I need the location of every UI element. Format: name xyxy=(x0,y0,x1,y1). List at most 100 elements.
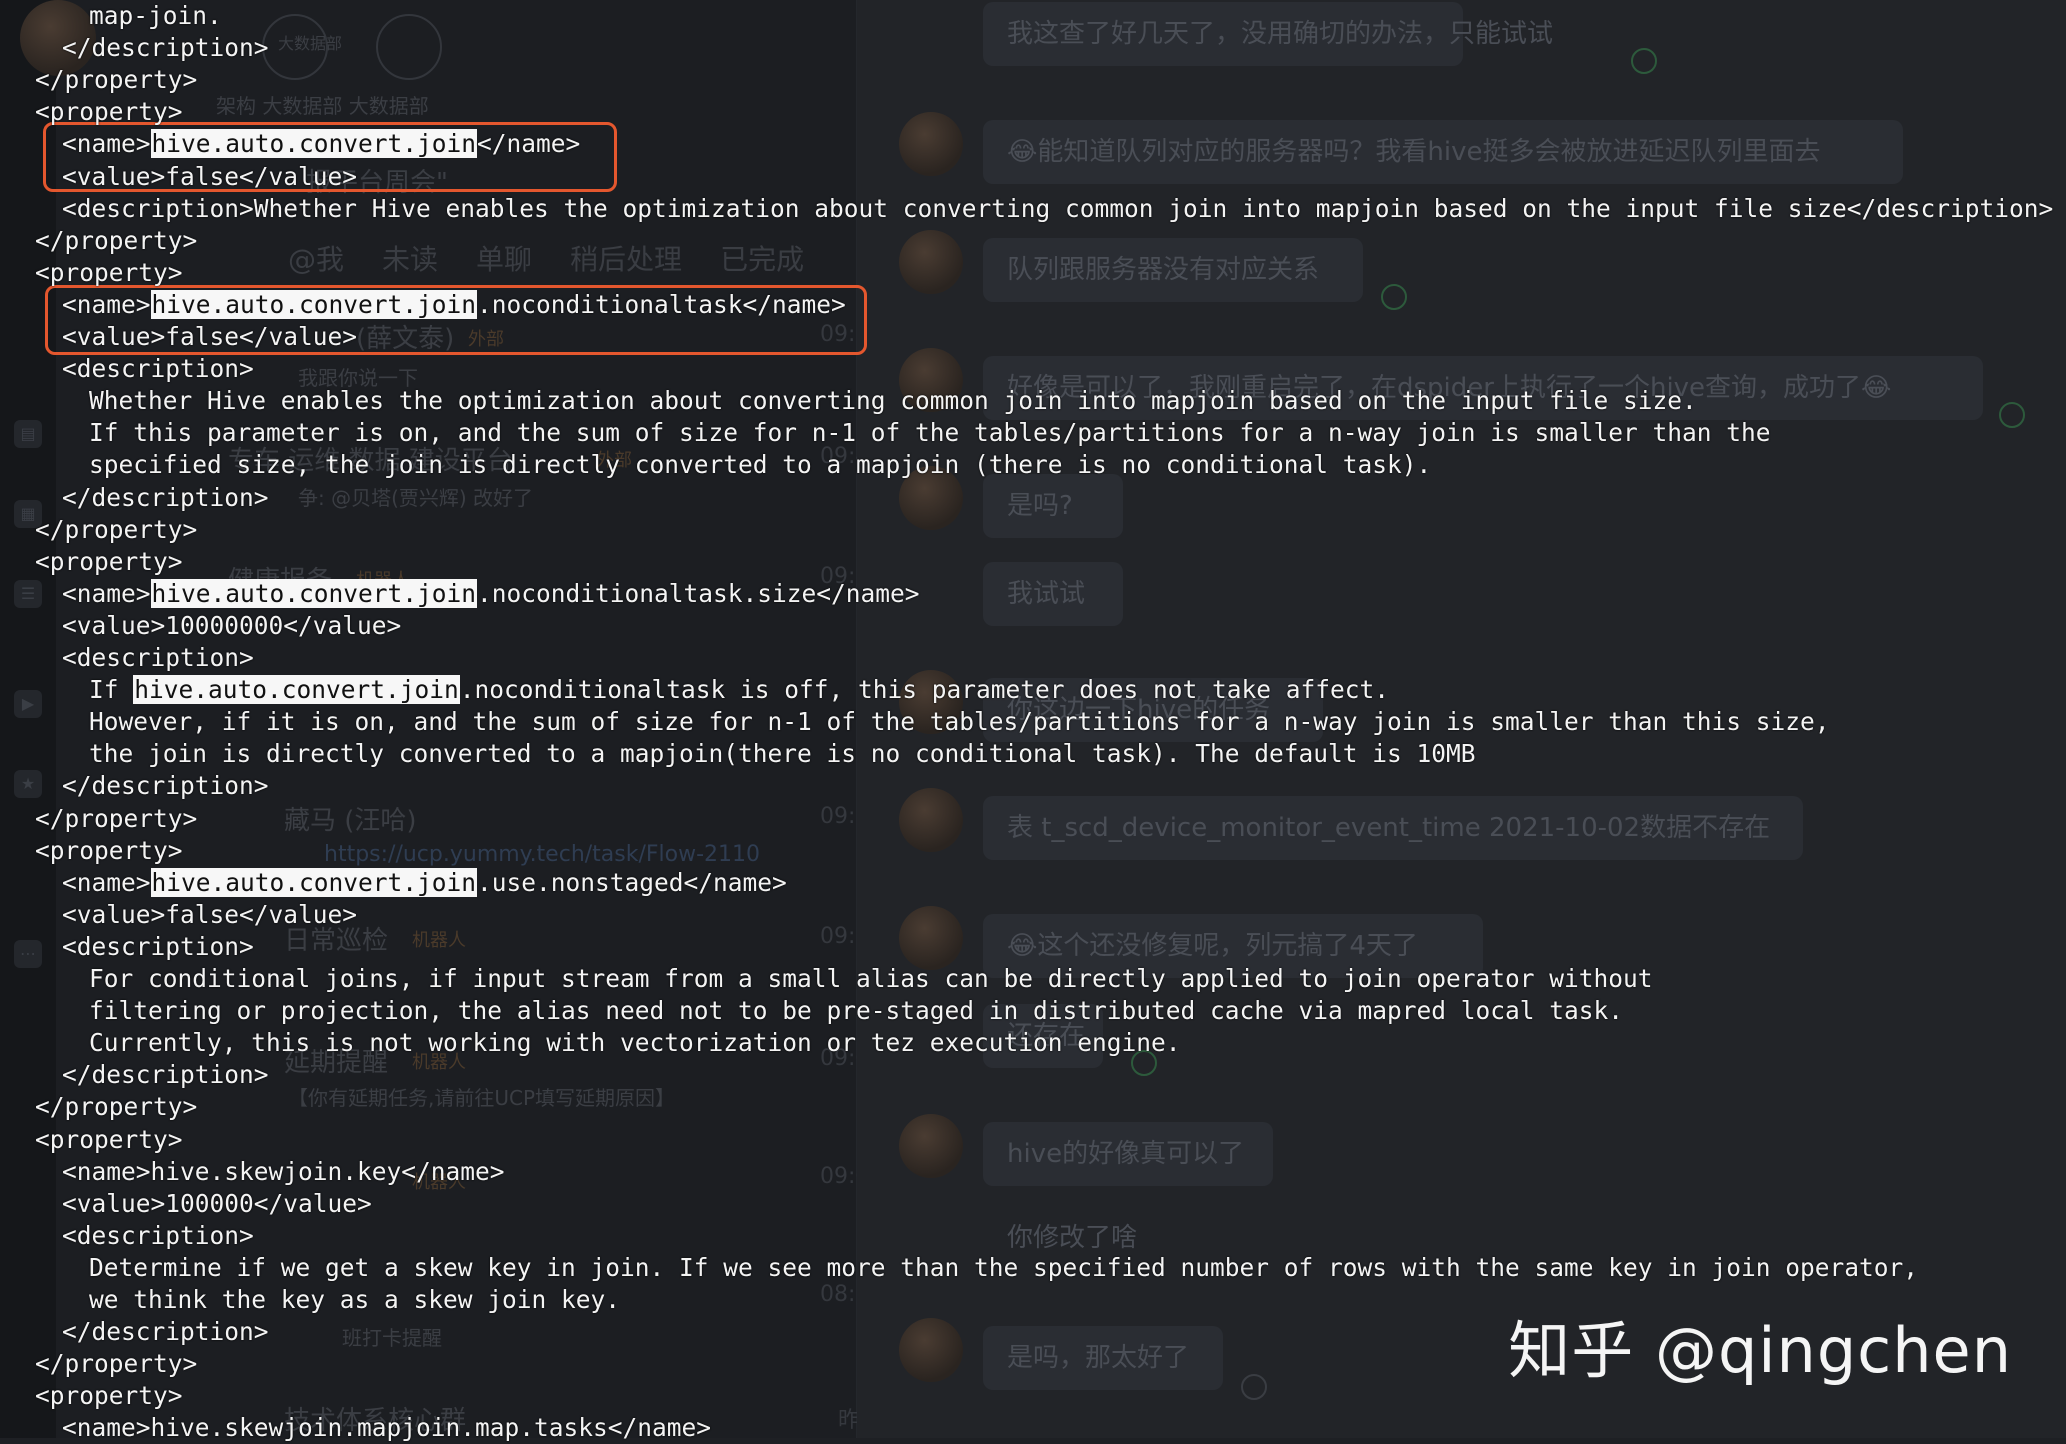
highlighted-match: hive.auto.convert.join xyxy=(150,129,478,159)
code-text: <description>Whether Hive enables the op… xyxy=(62,193,2054,223)
code-text: If this parameter is on, and the sum of … xyxy=(89,418,1771,448)
code-line: <value>100000</value> xyxy=(62,1188,372,1220)
code-text: .noconditionaltask</name> xyxy=(477,289,846,319)
code-line: <name>hive.auto.convert.join.nocondition… xyxy=(62,289,846,321)
highlighted-match: hive.auto.convert.join xyxy=(150,867,478,897)
code-line: <name>hive.auto.convert.join.use.nonstag… xyxy=(62,867,787,899)
code-text: <value>false</value> xyxy=(62,161,358,191)
code-line: <property> xyxy=(35,1124,183,1156)
highlighted-match: hive.auto.convert.join xyxy=(150,578,478,608)
code-line: </property> xyxy=(35,1348,197,1380)
code-text: specified size, the join is directly con… xyxy=(89,450,1432,480)
code-line: </property> xyxy=(35,514,197,546)
code-text: Currently, this is not working with vect… xyxy=(89,1028,1181,1058)
code-text: If xyxy=(89,675,134,705)
highlighted-match: hive.auto.convert.join xyxy=(133,675,460,705)
code-line: However, if it is on, and the sum of siz… xyxy=(89,706,1830,738)
code-text: <property> xyxy=(35,1124,183,1154)
code-text: map-join. xyxy=(89,1,222,30)
code-text: <description> xyxy=(62,931,254,961)
code-text: </property> xyxy=(35,1092,198,1122)
code-line: we think the key as a skew join key. xyxy=(89,1284,620,1316)
code-text: filtering or projection, the alias need … xyxy=(89,996,1624,1026)
code-line: </description> xyxy=(62,32,269,64)
code-line: <description> xyxy=(62,931,254,963)
code-text: For conditional joins, if input stream f… xyxy=(89,964,1653,993)
code-text: .noconditionaltask is off, this paramete… xyxy=(459,675,1390,705)
code-line: specified size, the join is directly con… xyxy=(89,449,1431,481)
hive-config-code: map-join. </description> </property> <prope… xyxy=(0,0,2066,1442)
code-text: </description> xyxy=(62,1060,269,1090)
code-line: Determine if we get a skew key in join. … xyxy=(89,1252,1918,1284)
code-line: If hive.auto.convert.join.noconditionalt… xyxy=(89,674,1389,706)
code-text: <value>false</value> xyxy=(62,899,358,929)
code-text: </property> xyxy=(35,803,198,833)
code-line: the join is directly converted to a mapj… xyxy=(89,738,1476,770)
code-line: <description>Whether Hive enables the op… xyxy=(62,193,2053,225)
code-line: <description> xyxy=(62,1220,254,1252)
code-line: <property> xyxy=(35,835,183,867)
code-text: <property> xyxy=(35,1381,183,1411)
code-text: </description> xyxy=(62,33,269,63)
code-text: <description> xyxy=(62,1220,254,1250)
code-line: <property> xyxy=(35,1380,183,1412)
code-line: </description> xyxy=(62,1059,269,1091)
code-line: <value>false</value> xyxy=(62,161,357,193)
code-line: <description> xyxy=(62,353,254,385)
code-text: <name>hive.skewjoin.key</name> xyxy=(62,1156,505,1186)
code-text: .noconditionaltask.size</name> xyxy=(477,578,920,608)
code-line: If this parameter is on, and the sum of … xyxy=(89,417,1771,449)
code-line: </property> xyxy=(35,803,197,835)
code-text: </property> xyxy=(35,514,198,544)
code-line: <property> xyxy=(35,546,183,578)
code-line: <property> xyxy=(35,96,183,128)
code-line: <name>hive.auto.convert.join.nocondition… xyxy=(62,578,920,610)
code-text: <name> xyxy=(62,578,151,608)
code-line: For conditional joins, if input stream f… xyxy=(89,963,1653,995)
code-line: <name>hive.auto.convert.join</name> xyxy=(62,128,580,160)
code-text: <name>hive.skewjoin.mapjoin.map.tasks</n… xyxy=(62,1413,712,1443)
code-text: <value>100000</value> xyxy=(62,1188,372,1218)
code-text: the join is directly converted to a mapj… xyxy=(89,739,1476,769)
code-line: <description> xyxy=(62,642,254,674)
code-text: <property> xyxy=(35,835,183,865)
zhihu-watermark: 知乎 @qingchen xyxy=(1508,1314,2012,1387)
code-text: <property> xyxy=(35,257,183,287)
code-text: </property> xyxy=(35,225,198,255)
code-text: <name> xyxy=(62,867,151,897)
highlighted-match: hive.auto.convert.join xyxy=(150,289,478,319)
code-line: filtering or projection, the alias need … xyxy=(89,995,1623,1027)
code-line: </description> xyxy=(62,1316,269,1348)
code-text: .use.nonstaged</name> xyxy=(477,867,787,897)
code-line: Whether Hive enables the optimization ab… xyxy=(89,385,1697,417)
code-line: <name>hive.skewjoin.mapjoin.map.tasks</n… xyxy=(62,1412,711,1444)
code-text: <property> xyxy=(35,97,183,127)
code-line: <property> xyxy=(35,257,183,289)
code-text: Whether Hive enables the optimization ab… xyxy=(89,386,1697,416)
code-text: <name> xyxy=(62,129,151,159)
code-text: we think the key as a skew join key. xyxy=(89,1285,621,1314)
code-text: </name> xyxy=(477,129,581,159)
code-text: </property> xyxy=(35,65,198,95)
code-text: Determine if we get a skew key in join. … xyxy=(89,1252,1919,1282)
code-text: <description> xyxy=(62,643,254,672)
code-text: </description> xyxy=(62,771,269,801)
code-text: </description> xyxy=(62,1317,269,1347)
code-line: <name>hive.skewjoin.key</name> xyxy=(62,1156,505,1188)
code-text: </description> xyxy=(62,482,269,512)
code-text: </property> xyxy=(35,1349,198,1379)
code-line: </description> xyxy=(62,482,269,514)
code-text: <value>10000000</value> xyxy=(62,610,402,640)
code-line: </property> xyxy=(35,225,197,257)
code-line: Currently, this is not working with vect… xyxy=(89,1027,1181,1059)
code-line: map-join. xyxy=(89,0,222,32)
code-line: </description> xyxy=(62,770,269,802)
code-line: <value>false</value> xyxy=(62,899,357,931)
code-text: <property> xyxy=(35,546,183,576)
code-text: However, if it is on, and the sum of siz… xyxy=(89,707,1830,737)
code-text: <value>false</value> xyxy=(62,322,358,351)
code-line: <value>false</value> xyxy=(62,321,357,353)
code-text: <name> xyxy=(62,289,151,319)
code-line: <value>10000000</value> xyxy=(62,610,401,642)
code-line: </property> xyxy=(35,64,197,96)
